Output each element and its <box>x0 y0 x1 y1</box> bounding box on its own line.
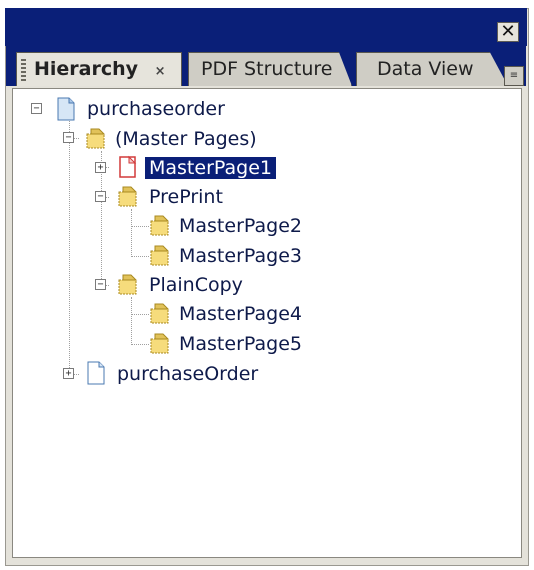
panel-titlebar: ✕ <box>5 8 527 46</box>
tab-data-view-label: Data View <box>377 58 474 80</box>
tree-node-master-pages[interactable]: (Master Pages) <box>111 126 261 152</box>
tree-node-masterpage2[interactable]: MasterPage2 <box>175 213 306 239</box>
tree-line <box>131 344 149 345</box>
tree-node-plaincopy[interactable]: PlainCopy <box>145 272 247 298</box>
tree-line <box>131 226 149 227</box>
document-icon <box>57 97 75 121</box>
tree-node-masterpage4[interactable]: MasterPage4 <box>175 301 306 327</box>
folder-icon <box>86 128 106 149</box>
page-gold-icon <box>150 245 170 266</box>
tab-data-view[interactable]: Data View <box>356 52 508 86</box>
collapse-icon[interactable]: − <box>95 191 106 202</box>
collapse-icon[interactable]: − <box>63 132 74 143</box>
tree-node-label: MasterPage5 <box>179 333 302 355</box>
expand-icon[interactable]: + <box>63 368 74 379</box>
folder-icon <box>118 274 138 295</box>
tree-node-masterpage5[interactable]: MasterPage5 <box>175 331 306 357</box>
collapse-icon[interactable]: − <box>95 279 106 290</box>
tab-pdf-structure-label: PDF Structure <box>201 58 333 80</box>
tab-hierarchy[interactable]: Hierarchy × <box>16 52 182 86</box>
tree-node-label: MasterPage4 <box>179 303 302 325</box>
tree-node-purchaseorder-form[interactable]: purchaseOrder <box>113 361 262 387</box>
tree-line <box>69 121 70 374</box>
tab-close-icon[interactable]: × <box>155 56 166 88</box>
tree-node-label: (Master Pages) <box>115 128 257 150</box>
tree-node-masterpage3[interactable]: MasterPage3 <box>175 243 306 269</box>
tree-node-label: purchaseorder <box>87 98 225 120</box>
tree-node-label: MasterPage3 <box>179 245 302 267</box>
expand-icon[interactable]: + <box>95 162 106 173</box>
grip-icon <box>21 59 26 81</box>
close-icon[interactable]: ✕ <box>497 22 519 42</box>
tree-node-purchaseorder[interactable]: purchaseorder <box>83 96 229 122</box>
tree-line <box>131 297 132 345</box>
tree-node-label: PrePrint <box>149 186 223 208</box>
page-red-icon <box>119 155 137 178</box>
tree-node-label: MasterPage1 <box>145 157 276 179</box>
page-gold-icon <box>150 215 170 236</box>
hierarchy-tree: − purchaseorder − (Master Pages) + Maste… <box>12 88 522 558</box>
tab-pdf-structure[interactable]: PDF Structure <box>188 52 352 86</box>
tree-line <box>131 256 149 257</box>
document-icon <box>87 361 105 385</box>
tab-strip: Hierarchy × PDF Structure Data View ≡ <box>6 46 526 86</box>
tree-node-preprint[interactable]: PrePrint <box>145 184 227 210</box>
panel-menu-icon[interactable]: ≡ <box>504 66 524 86</box>
collapse-icon[interactable]: − <box>31 103 42 114</box>
tab-hierarchy-label: Hierarchy <box>34 58 139 80</box>
page-gold-icon <box>150 333 170 354</box>
page-gold-icon <box>150 303 170 324</box>
tree-line <box>131 314 149 315</box>
folder-icon <box>118 186 138 207</box>
tree-node-label: MasterPage2 <box>179 215 302 237</box>
tree-node-label: PlainCopy <box>149 274 243 296</box>
tree-node-label: purchaseOrder <box>117 363 259 385</box>
tree-line <box>131 209 132 257</box>
tree-node-masterpage1[interactable]: MasterPage1 <box>145 155 276 181</box>
